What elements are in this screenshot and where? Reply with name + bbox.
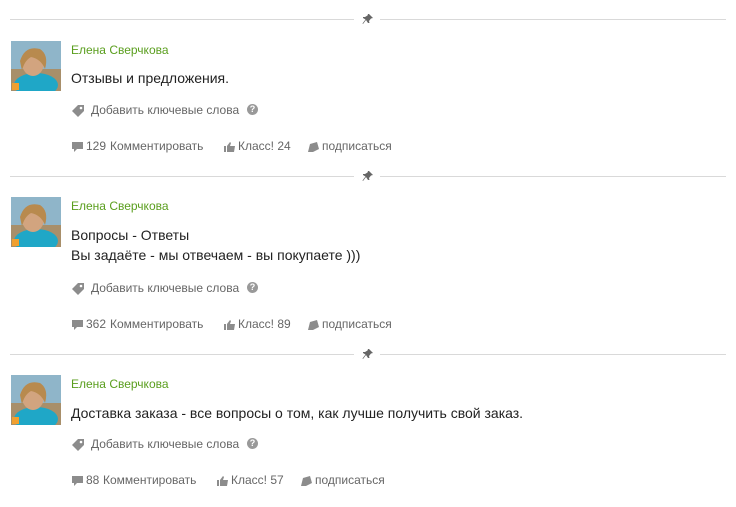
- post: Елена Сверчкова Доставка заказа - все во…: [0, 0, 736, 507]
- add-keywords-label: Добавить ключевые слова: [91, 437, 240, 451]
- subscribe-label: подписаться: [315, 473, 385, 487]
- subscribe-icon: [301, 476, 312, 486]
- like-label: Класс! 57: [231, 473, 284, 487]
- avatar[interactable]: [11, 375, 61, 425]
- tag-icon: [72, 439, 84, 451]
- author-name[interactable]: Елена Сверчкова: [71, 377, 169, 391]
- help-icon[interactable]: ?: [247, 438, 258, 449]
- comment-count: 88: [86, 473, 100, 487]
- post-text-line: Доставка заказа - все вопросы о том, как…: [71, 405, 524, 421]
- comment-icon: [72, 476, 83, 486]
- post-actions: 88 Комментировать Класс! 57 подписаться: [71, 473, 411, 489]
- post-text: Доставка заказа - все вопросы о том, как…: [71, 403, 523, 423]
- pin-icon: [362, 349, 373, 359]
- like-icon: [217, 476, 228, 486]
- pinned-separator: [10, 348, 726, 360]
- comment-label: Комментировать: [103, 473, 197, 487]
- add-keywords[interactable]: Добавить ключевые слова ?: [71, 437, 271, 453]
